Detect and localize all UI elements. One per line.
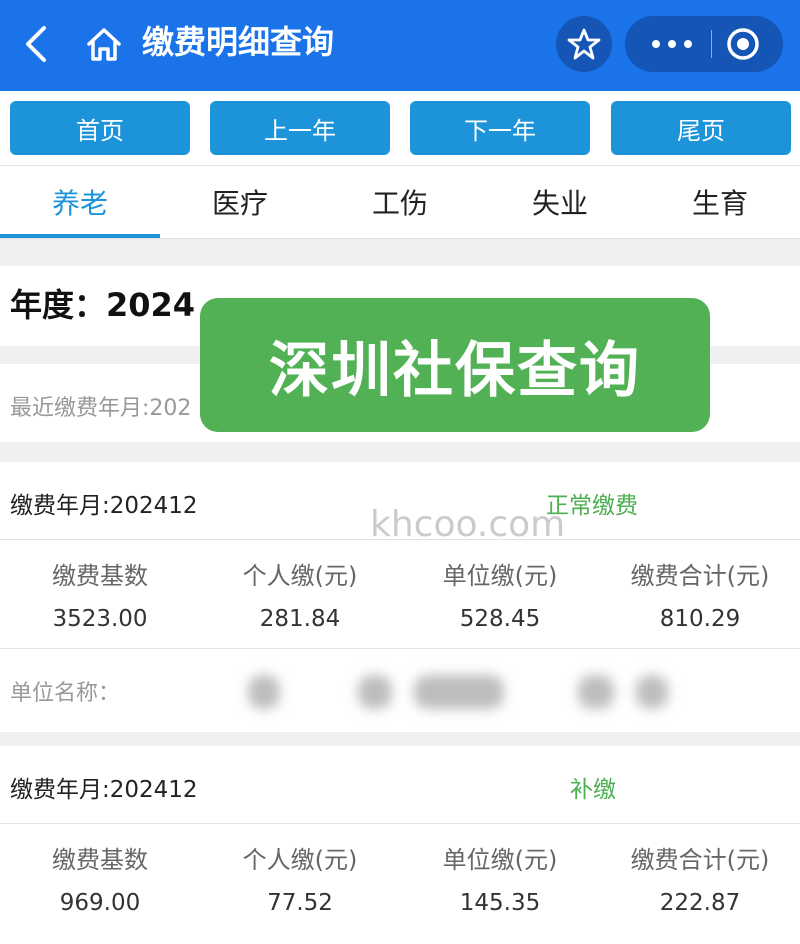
tab-medical[interactable]: 医疗 — [160, 166, 320, 238]
value-total: 222.87 — [659, 890, 741, 916]
tab-maternity[interactable]: 生育 — [640, 166, 800, 238]
page-title: 缴费明细查询 — [142, 23, 335, 61]
redacted-text — [358, 675, 392, 709]
value-employer: 528.45 — [459, 606, 541, 632]
first-page-button[interactable]: 首页 — [10, 101, 190, 155]
redacted-text — [578, 675, 614, 709]
redacted-text — [248, 675, 280, 709]
value-total: 810.29 — [659, 606, 741, 632]
favorite-button[interactable] — [556, 16, 612, 72]
next-year-button[interactable]: 下一年 — [410, 101, 590, 155]
mini-program-capsule — [625, 16, 783, 72]
active-tab-indicator — [0, 234, 160, 238]
header-employer: 单位缴(元) — [442, 846, 558, 874]
record-month: 缴费年月:202412 — [10, 493, 198, 519]
more-dots-icon[interactable] — [647, 26, 697, 62]
header-personal: 个人缴(元) — [242, 562, 358, 590]
tab-pension[interactable]: 养老 — [0, 166, 160, 238]
header-personal: 个人缴(元) — [242, 846, 358, 874]
value-base: 3523.00 — [52, 606, 148, 632]
star-icon — [567, 28, 601, 60]
unit-name-row: 单位名称： — [0, 648, 800, 732]
header-total: 缴费合计(元) — [630, 846, 770, 874]
app-header: 缴费明细查询 — [0, 0, 800, 91]
value-personal: 77.52 — [267, 890, 333, 916]
tab-injury[interactable]: 工伤 — [320, 166, 480, 238]
target-circle-icon[interactable] — [726, 27, 760, 61]
latest-payment-label: 最近缴费年月:202 — [10, 396, 192, 421]
pagination-bar: 首页 上一年 下一年 尾页 — [0, 91, 800, 165]
header-total: 缴费合计(元) — [630, 562, 770, 590]
record-header: 缴费年月:202412 补缴 — [0, 746, 800, 824]
header-base: 缴费基数 — [52, 562, 148, 590]
promo-banner: 深圳社保查询 — [200, 298, 710, 432]
value-employer: 145.35 — [459, 890, 541, 916]
insurance-tabs: 养老 医疗 工伤 失业 生育 — [0, 165, 800, 239]
status-badge: 补缴 — [570, 777, 616, 803]
watermark-text: khcoo.com — [370, 504, 566, 545]
home-icon[interactable] — [84, 22, 124, 66]
unit-name-label: 单位名称： — [10, 681, 121, 706]
capsule-divider — [711, 30, 712, 58]
header-employer: 单位缴(元) — [442, 562, 558, 590]
payment-record-2: 缴费年月:202412 补缴 缴费基数 个人缴(元) 单位缴(元) 缴费合计(元… — [0, 746, 800, 944]
value-base: 969.00 — [59, 890, 141, 916]
year-label: 年度：2024 — [10, 286, 196, 324]
redacted-text — [636, 675, 668, 709]
prev-year-button[interactable]: 上一年 — [210, 101, 390, 155]
value-personal: 281.84 — [259, 606, 341, 632]
payment-record-1: 缴费年月:202412 正常缴费 缴费基数 个人缴(元) 单位缴(元) 缴费合计… — [0, 462, 800, 648]
redacted-text — [414, 675, 504, 709]
header-base: 缴费基数 — [52, 846, 148, 874]
record-month: 缴费年月:202412 — [10, 777, 198, 803]
last-page-button[interactable]: 尾页 — [611, 101, 791, 155]
back-chevron-icon[interactable] — [18, 22, 58, 66]
tab-unemployment[interactable]: 失业 — [480, 166, 640, 238]
